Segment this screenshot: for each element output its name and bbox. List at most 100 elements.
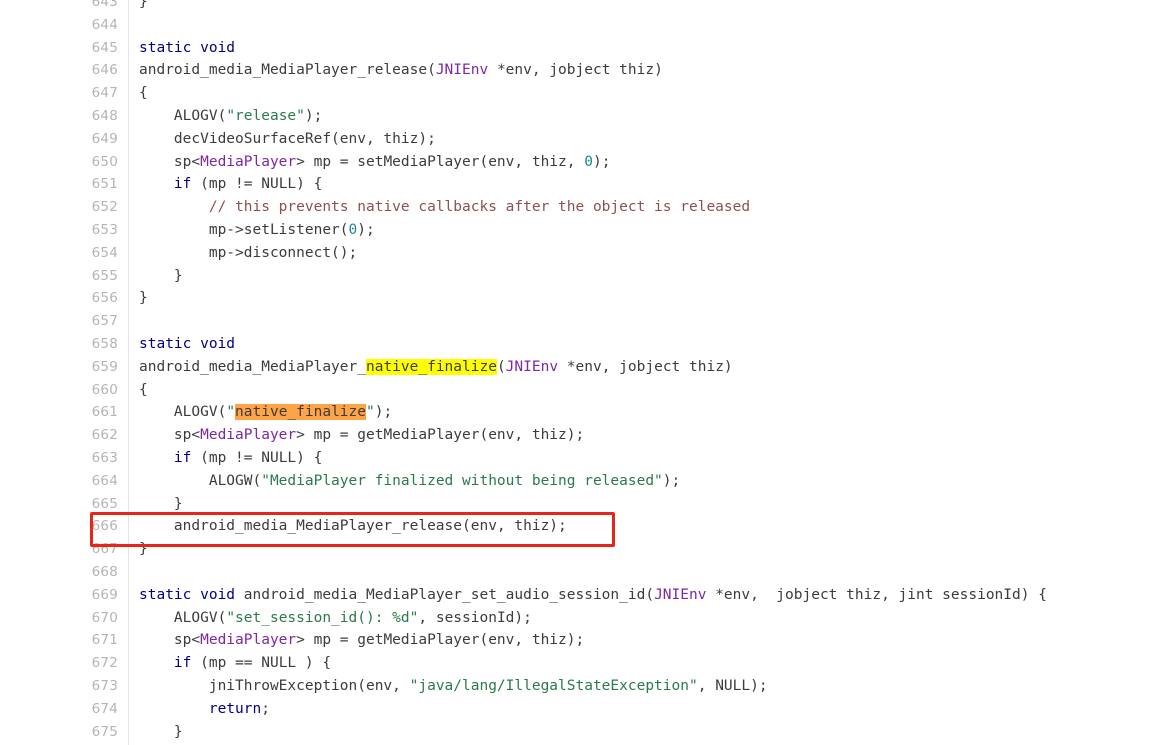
code-token: static void	[139, 586, 236, 603]
line-number: 655	[91, 267, 118, 284]
code-token: ) {	[296, 176, 323, 193]
code-token: NULL	[261, 655, 297, 672]
line-number: 664	[91, 472, 118, 489]
line-number: 666	[91, 518, 118, 535]
line-code: static void	[139, 333, 235, 356]
code-token: ALOGV(	[139, 609, 227, 626]
code-token: }	[139, 495, 183, 512]
code-token: ,	[697, 677, 716, 694]
code-token: // this prevents native callbacks after …	[208, 199, 751, 216]
line-number: 661	[91, 404, 118, 421]
code-token: (	[496, 358, 506, 375]
line-code: if (mp == NULL ) {	[139, 652, 331, 675]
code-token: );	[357, 221, 375, 238]
line-number: 670	[91, 609, 118, 626]
line-number: 675	[91, 723, 118, 740]
code-token: }	[139, 723, 183, 740]
line-number: 647	[91, 85, 118, 102]
line-number: 648	[91, 107, 118, 124]
code-token: > mp = getMediaPlayer(env, thiz);	[296, 427, 585, 444]
code-token: *env, jobject thiz)	[558, 358, 733, 375]
code-token: MediaPlayer	[200, 427, 297, 444]
line-number: 657	[91, 313, 118, 330]
line-code: }	[139, 0, 148, 14]
code-token: NULL	[261, 449, 297, 466]
code-token: JNIEnv	[505, 358, 559, 375]
code-token: static void	[139, 335, 236, 352]
line-code: ALOGV("native_finalize");	[139, 401, 392, 424]
line-number: 663	[91, 449, 118, 466]
code-token: JNIEnv	[435, 62, 489, 79]
line-number: 645	[91, 39, 118, 56]
code-token: static void	[139, 39, 236, 56]
line-number: 658	[91, 335, 118, 352]
code-token: if	[173, 655, 192, 672]
code-token: *env, jobject thiz, jint sessionId) {	[706, 586, 1047, 603]
line-number: 654	[91, 244, 118, 261]
code-token: android_media_MediaPlayer_release(env, t…	[139, 518, 567, 535]
line-number: 673	[91, 677, 118, 694]
line-code: android_media_MediaPlayer_release(env, t…	[139, 515, 567, 538]
code-token: "java/lang/IllegalStateException"	[409, 677, 698, 694]
code-token: sp<	[139, 153, 201, 170]
source-code-viewer[interactable]: 643} 644 645 static void 646 android_media_Me…	[0, 0, 1160, 745]
code-token: ) {	[296, 449, 323, 466]
code-token: sp<	[139, 427, 201, 444]
line-code: return;	[139, 698, 270, 721]
code-token: (	[427, 62, 436, 79]
code-token: );	[750, 677, 768, 694]
code-token: "set_session_id(): %d"	[226, 609, 419, 626]
code-token: }	[139, 0, 148, 10]
line-number: 669	[91, 586, 118, 603]
line-code: if (mp != NULL) {	[139, 447, 322, 470]
line-number: 667	[91, 541, 118, 558]
line-number: 643	[91, 0, 118, 10]
code-token: }	[139, 541, 148, 558]
code-token: MediaPlayer	[200, 153, 297, 170]
code-token: (mp !=	[191, 449, 262, 466]
line-code: }	[139, 265, 183, 288]
line-number: 644	[91, 16, 118, 33]
line-number: 652	[91, 199, 118, 216]
line-number: 656	[91, 290, 118, 307]
line-code: }	[139, 721, 183, 744]
line-code: // this prevents native callbacks after …	[139, 196, 750, 219]
code-token: decVideoSurfaceRef(env, thiz);	[139, 130, 436, 147]
line-number: 674	[91, 700, 118, 717]
code-token: android_media_MediaPlayer_	[139, 358, 366, 375]
line-code: }	[139, 493, 183, 516]
code-token: (	[645, 586, 655, 603]
code-token: "release"	[226, 107, 305, 124]
code-token: (mp !=	[191, 176, 262, 193]
code-token: "	[366, 404, 375, 421]
line-number: 649	[91, 130, 118, 147]
line-code: mp->setListener(0);	[139, 219, 375, 242]
line-number: 668	[91, 563, 118, 580]
line-code: jniThrowException(env, "java/lang/Illega…	[139, 675, 768, 698]
line-code: sp<MediaPlayer> mp = getMediaPlayer(env,…	[139, 629, 584, 652]
line-number: 650	[91, 153, 118, 170]
code-token: }	[139, 290, 148, 307]
code-token: android_media_MediaPlayer_release	[139, 62, 428, 79]
code-token: NULL	[715, 677, 751, 694]
line-code: if (mp != NULL) {	[139, 173, 322, 196]
code-token: );	[304, 107, 323, 124]
line-code: }	[139, 287, 148, 310]
code-token: );	[592, 153, 611, 170]
orange-highlight: native_finalize	[235, 404, 366, 421]
code-token: *env, jobject thiz)	[488, 62, 663, 79]
code-token: );	[374, 404, 393, 421]
line-code: sp<MediaPlayer> mp = setMediaPlayer(env,…	[139, 151, 611, 174]
line-number: 646	[91, 62, 118, 79]
code-token: ;	[261, 700, 270, 717]
line-number: 659	[91, 358, 118, 375]
line-code: }	[139, 538, 148, 561]
code-token: android_media_MediaPlayer_set_audio_sess…	[235, 586, 646, 603]
line-number: 662	[91, 427, 118, 444]
code-token: MediaPlayer	[200, 632, 297, 649]
line-code: ALOGV("set_session_id(): %d", sessionId)…	[139, 607, 532, 630]
